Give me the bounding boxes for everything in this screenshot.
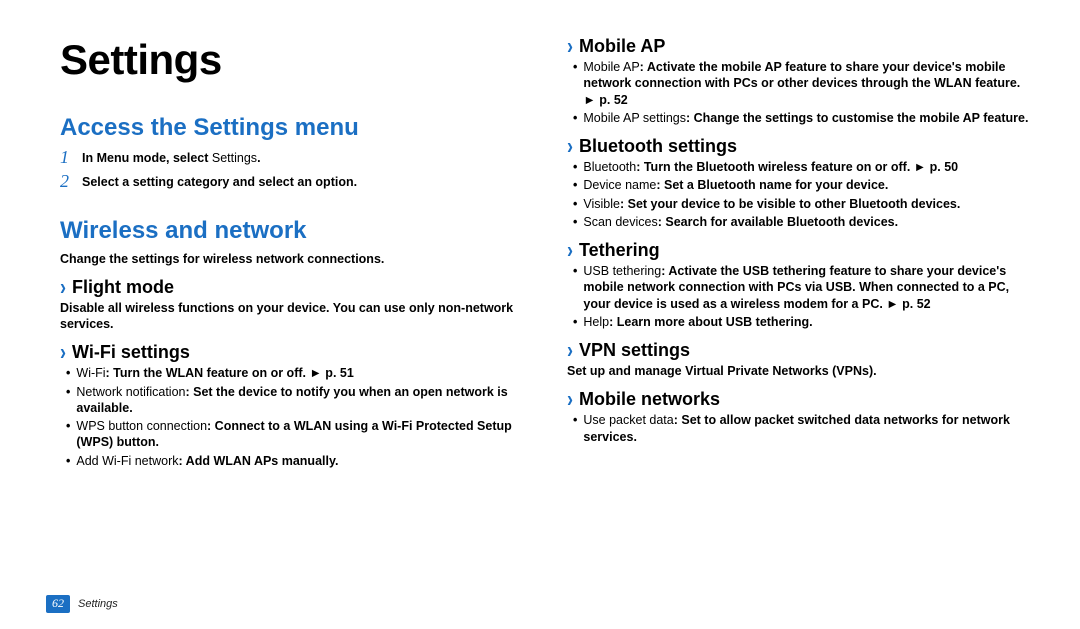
bullet-icon: • bbox=[573, 263, 577, 312]
wifi-b1-post: : Turn the WLAN feature on or off. ► p. … bbox=[106, 366, 354, 380]
map-b2-pre: Mobile AP settings bbox=[583, 111, 686, 125]
bullet-icon: • bbox=[573, 177, 577, 193]
step-2: 2 Select a setting category and select a… bbox=[60, 172, 523, 192]
bt-b2-pre: Device name bbox=[583, 178, 656, 192]
map-b1-pre: Mobile AP bbox=[583, 60, 639, 74]
chevron-right-icon: › bbox=[60, 274, 66, 301]
bt-b1-post: : Turn the Bluetooth wireless feature on… bbox=[636, 160, 958, 174]
step-number: 2 bbox=[60, 172, 74, 192]
teth-b2-pre: Help bbox=[583, 315, 609, 329]
wifi-b4-pre: Add Wi-Fi network bbox=[76, 454, 178, 468]
tethering-bullets: •USB tethering: Activate the USB tetheri… bbox=[567, 263, 1030, 330]
bullet-icon: • bbox=[66, 418, 70, 451]
bt-b2-post: : Set a Bluetooth name for your device. bbox=[656, 178, 888, 192]
vpn-body: Set up and manage Virtual Private Networ… bbox=[567, 363, 1030, 379]
mobile-ap-bullets: • Mobile AP: Activate the mobile AP featu… bbox=[567, 59, 1030, 126]
step-1: 1 In Menu mode, select Settings. bbox=[60, 148, 523, 168]
chevron-right-icon: › bbox=[567, 337, 573, 364]
mn-b1-pre: Use packet data bbox=[583, 413, 673, 427]
bluetooth-bullets: • Bluetooth: Turn the Bluetooth wireless … bbox=[567, 159, 1030, 230]
bt-b3-pre: Visible bbox=[583, 197, 620, 211]
h3-flight-label: Flight mode bbox=[72, 277, 174, 298]
wifi-b2-pre: Network notification bbox=[76, 385, 185, 399]
h3-tethering: › Tethering bbox=[567, 240, 1030, 261]
bullet-icon: • bbox=[573, 314, 577, 330]
h2-access: Access the Settings menu bbox=[60, 114, 523, 142]
h3-vpn: › VPN settings bbox=[567, 340, 1030, 361]
wifi-b1-pre: Wi-Fi bbox=[76, 366, 105, 380]
teth-b2-post: : Learn more about USB tethering. bbox=[609, 315, 813, 329]
h3-mobile-ap: › Mobile AP bbox=[567, 36, 1030, 57]
h3-mobile-networks-label: Mobile networks bbox=[579, 389, 720, 410]
bullet-icon: • bbox=[573, 412, 577, 445]
bullet-icon: • bbox=[573, 159, 577, 175]
chevron-right-icon: › bbox=[567, 386, 573, 413]
h3-bluetooth: › Bluetooth settings bbox=[567, 136, 1030, 157]
chevron-right-icon: › bbox=[567, 33, 573, 60]
bt-b4-post: : Search for available Bluetooth devices… bbox=[658, 215, 898, 229]
bt-b4-pre: Scan devices bbox=[583, 215, 657, 229]
step-number: 1 bbox=[60, 148, 74, 168]
bullet-icon: • bbox=[66, 384, 70, 417]
h3-wifi-label: Wi-Fi settings bbox=[72, 342, 190, 363]
teth-b1-pre: USB tethering bbox=[583, 264, 661, 278]
map-b1-post: : Activate the mobile AP feature to shar… bbox=[583, 60, 1020, 107]
page-title: Settings bbox=[60, 36, 523, 84]
page-number: 62 bbox=[46, 595, 70, 613]
h3-wifi: › Wi-Fi settings bbox=[60, 342, 523, 363]
wifi-b4-post: : Add WLAN APs manually. bbox=[179, 454, 339, 468]
wifi-bullets: • Wi-Fi: Turn the WLAN feature on or off.… bbox=[60, 365, 523, 469]
step2-text: Select a setting category and select an … bbox=[82, 174, 357, 190]
bullet-icon: • bbox=[66, 365, 70, 381]
bt-b3-post: : Set your device to be visible to other… bbox=[620, 197, 960, 211]
chevron-right-icon: › bbox=[567, 133, 573, 160]
bullet-icon: • bbox=[573, 196, 577, 212]
h3-mobile-ap-label: Mobile AP bbox=[579, 36, 665, 57]
wifi-b3-pre: WPS button connection bbox=[76, 419, 207, 433]
step1-em: Settings bbox=[212, 151, 257, 165]
footer-section-label: Settings bbox=[78, 598, 118, 610]
h3-tethering-label: Tethering bbox=[579, 240, 660, 261]
mobile-networks-bullets: •Use packet data: Set to allow packet sw… bbox=[567, 412, 1030, 445]
flight-body: Disable all wireless functions on your d… bbox=[60, 300, 523, 333]
chevron-right-icon: › bbox=[60, 339, 66, 366]
bullet-icon: • bbox=[573, 110, 577, 126]
bullet-icon: • bbox=[573, 214, 577, 230]
left-column: Settings Access the Settings menu 1 In M… bbox=[60, 36, 523, 477]
chevron-right-icon: › bbox=[567, 237, 573, 264]
h3-flight: › Flight mode bbox=[60, 277, 523, 298]
map-b2-post: : Change the settings to customise the m… bbox=[686, 111, 1028, 125]
h3-vpn-label: VPN settings bbox=[579, 340, 690, 361]
page-footer: 62 Settings bbox=[46, 595, 118, 613]
bullet-icon: • bbox=[573, 59, 577, 108]
step1-pre: In Menu mode, select bbox=[82, 151, 212, 165]
bullet-icon: • bbox=[66, 453, 70, 469]
step1-post: . bbox=[257, 151, 260, 165]
bt-b1-pre: Bluetooth bbox=[583, 160, 636, 174]
right-column: › Mobile AP •Mobile AP: Activate the mob… bbox=[567, 36, 1030, 477]
h3-bluetooth-label: Bluetooth settings bbox=[579, 136, 737, 157]
h2-wireless: Wireless and network bbox=[60, 217, 523, 245]
wireless-intro: Change the settings for wireless network… bbox=[60, 251, 523, 267]
h3-mobile-networks: › Mobile networks bbox=[567, 389, 1030, 410]
